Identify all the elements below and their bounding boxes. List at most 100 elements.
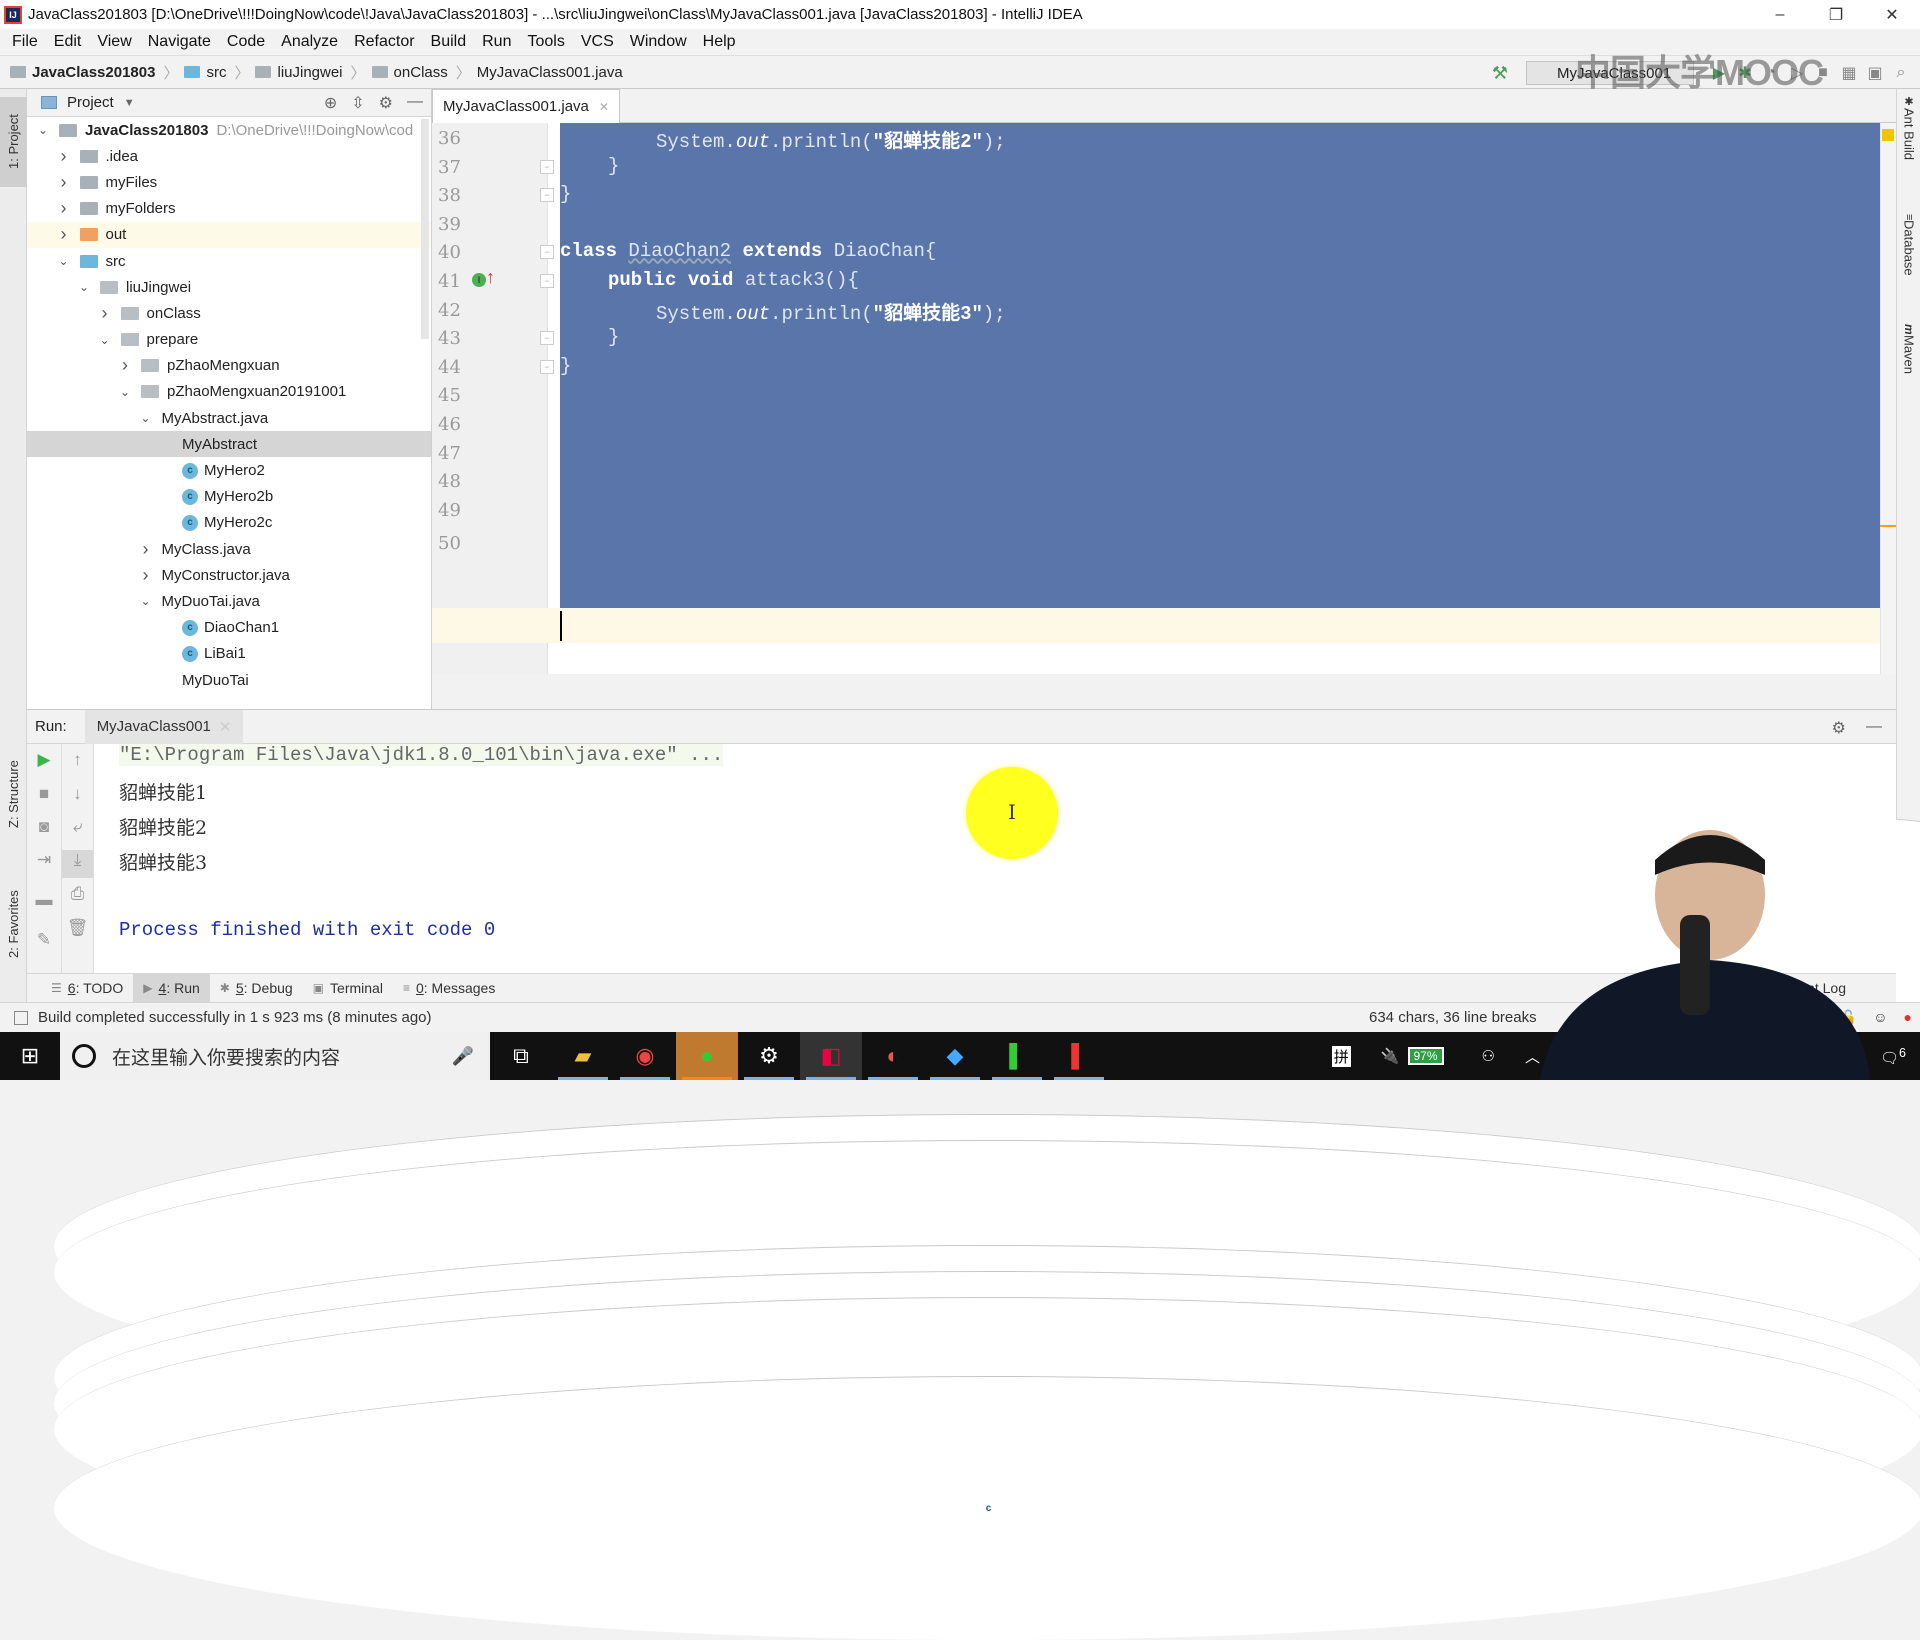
people-icon[interactable]: ⚇: [1482, 1047, 1495, 1065]
chevron-right-icon[interactable]: ›: [56, 198, 72, 219]
tree-item[interactable]: › c MyConstructor.java: [27, 562, 1920, 1536]
tool-terminal[interactable]: ▣ Terminal: [303, 974, 393, 1003]
tool-messages[interactable]: ≡ 0: Messages: [393, 974, 505, 1003]
stop-icon[interactable]: ■: [1810, 64, 1836, 82]
menu-view[interactable]: View: [89, 33, 139, 51]
file-explorer-icon[interactable]: ▰: [552, 1032, 614, 1080]
menu-vcs[interactable]: VCS: [573, 33, 622, 51]
run-tab[interactable]: MyJavaClass001 ✕: [84, 709, 244, 744]
menu-refactor[interactable]: Refactor: [346, 33, 422, 51]
chevron-down-icon[interactable]: ⌄: [35, 123, 51, 137]
chevron-down-icon[interactable]: ⌄: [138, 411, 154, 425]
tree-item[interactable]: ⌄ c MyDuoTai.java: [27, 588, 1920, 1562]
tree-item[interactable]: c DiaoChan1: [27, 615, 431, 641]
chevron-down-icon[interactable]: ⌄: [117, 385, 133, 399]
chevron-down-icon[interactable]: ⌄: [56, 254, 72, 268]
exit-icon[interactable]: ⇥: [27, 850, 61, 870]
tree-item[interactable]: ⌄ src: [27, 248, 431, 274]
warning-indicator-icon[interactable]: [1882, 129, 1894, 141]
menu-tools[interactable]: Tools: [519, 33, 572, 51]
microphone-icon[interactable]: 🎤: [452, 1046, 474, 1067]
tab-maven[interactable]: m Maven: [1897, 324, 1920, 404]
tool-debug[interactable]: ✱ 5: Debug: [210, 974, 303, 1003]
dropdown-arrow-icon[interactable]: ▼: [124, 97, 135, 109]
tool-todo[interactable]: ☰ 6: TODO: [41, 974, 133, 1003]
run-icon[interactable]: ▶: [1706, 63, 1732, 83]
run-configuration-select[interactable]: MyJavaClass001: [1526, 61, 1694, 85]
tab-database[interactable]: ≡ Database: [1897, 214, 1920, 304]
fold-marker-icon[interactable]: −: [540, 188, 554, 203]
breadcrumb-project[interactable]: JavaClass201803 〉: [10, 62, 178, 83]
tree-item[interactable]: ⌄ liuJingwei: [27, 274, 431, 300]
menu-edit[interactable]: Edit: [46, 33, 90, 51]
fold-marker-icon[interactable]: −: [540, 245, 554, 260]
chevron-right-icon[interactable]: ›: [56, 172, 72, 193]
lock-icon[interactable]: 🔓: [1840, 1009, 1857, 1026]
windows-start-icon[interactable]: ⊞: [0, 1032, 60, 1080]
menu-code[interactable]: Code: [219, 33, 273, 51]
battery-indicator[interactable]: 97%: [1407, 1047, 1444, 1065]
close-tab-icon[interactable]: ✕: [219, 718, 232, 736]
task-view-icon[interactable]: ⧉: [490, 1032, 552, 1080]
layout-icon[interactable]: ▬: [27, 890, 61, 910]
fold-marker-icon[interactable]: −: [540, 159, 554, 174]
search-icon[interactable]: ⌕: [1888, 64, 1914, 82]
app-blue-icon[interactable]: ◆: [924, 1032, 986, 1080]
tab-project[interactable]: 1: Project: [0, 97, 27, 187]
project-view-select[interactable]: Project: [67, 94, 114, 111]
tab-ant-build[interactable]: ✱ Ant Build: [1897, 95, 1920, 185]
menu-help[interactable]: Help: [695, 33, 744, 51]
chrome-icon[interactable]: ◉: [614, 1032, 676, 1080]
notification-icon[interactable]: 🗨6: [1880, 1046, 1906, 1067]
console-output[interactable]: "E:\Program Files\Java\jdk1.8.0_101\bin\…: [119, 744, 724, 941]
gear-icon[interactable]: ⚙: [379, 93, 393, 113]
tree-item[interactable]: › out: [27, 221, 431, 248]
wechat-icon[interactable]: ●: [676, 1032, 738, 1080]
sdk-icon[interactable]: ▣: [1862, 63, 1888, 83]
chevron-right-icon[interactable]: ›: [138, 565, 154, 586]
tree-item[interactable]: › myFolders: [27, 196, 431, 222]
inspector-icon[interactable]: ☺: [1873, 1009, 1887, 1026]
implements-marker-icon[interactable]: I: [472, 273, 486, 287]
error-icon[interactable]: ●: [1904, 1009, 1912, 1026]
tab-structure[interactable]: Z: Structure: [0, 739, 27, 849]
gear-icon[interactable]: ⚙: [1832, 718, 1846, 738]
event-log-button[interactable]: Event Log: [1783, 980, 1846, 996]
tree-item[interactable]: › c MyClass.java: [27, 536, 1920, 1509]
tree-item[interactable]: c MyDuoTai: [27, 667, 1920, 1640]
stop-icon[interactable]: ■: [27, 784, 61, 804]
breadcrumb-package[interactable]: liuJingwei 〉: [255, 62, 366, 83]
chevron-right-icon[interactable]: ›: [56, 224, 72, 245]
locate-icon[interactable]: ⊕: [324, 93, 337, 113]
tree-item[interactable]: ⌄ JavaClass201803 D:\OneDrive\!!!DoingNow\…: [27, 117, 431, 143]
chevron-down-icon[interactable]: ⌄: [76, 280, 92, 294]
tree-item[interactable]: c MyHero2c: [27, 510, 431, 536]
project-structure-icon[interactable]: ▦: [1836, 63, 1862, 83]
chevron-right-icon[interactable]: ›: [56, 146, 72, 167]
intellij-taskbar-icon[interactable]: ◧: [800, 1032, 862, 1080]
tab-favorites[interactable]: 2: Favorites: [0, 869, 27, 979]
menu-build[interactable]: Build: [423, 33, 475, 51]
tree-item[interactable]: c MyHero2b: [27, 484, 431, 510]
rerun-icon[interactable]: ▶: [27, 750, 61, 770]
tree-item[interactable]: c MyAbstract: [27, 431, 1920, 1405]
camtasia-red-icon[interactable]: ▌: [1048, 1032, 1110, 1080]
coverage-icon[interactable]: ◔: [1758, 64, 1784, 82]
taskbar-search[interactable]: 在这里输入你要搜索的内容 🎤: [60, 1032, 490, 1080]
pin-icon[interactable]: ✎: [27, 930, 61, 950]
tree-item[interactable]: › myFiles: [27, 169, 431, 195]
menu-run[interactable]: Run: [474, 33, 519, 51]
trash-icon[interactable]: 🗑: [62, 918, 93, 938]
tree-item[interactable]: c LiBai1: [27, 641, 431, 667]
tree-item[interactable]: › pZhaoMengxuan: [27, 353, 431, 379]
tree-item[interactable]: ⌄ pZhaoMengxuan20191001: [27, 379, 431, 405]
close-tab-icon[interactable]: ✕: [599, 100, 609, 114]
tool-run[interactable]: ▶ 4: Run: [133, 973, 210, 1003]
powerpoint-icon[interactable]: ◐: [862, 1032, 924, 1080]
minimize-button[interactable]: –: [1752, 0, 1808, 29]
tree-item[interactable]: › onClass: [27, 300, 431, 326]
profile-icon[interactable]: ▷: [1784, 63, 1810, 83]
debug-icon[interactable]: ✱: [1732, 63, 1758, 83]
breadcrumb-subpackage[interactable]: onClass 〉: [371, 62, 471, 83]
tab-myjavaclass001[interactable]: c MyJavaClass001.java ✕: [432, 89, 1920, 1062]
